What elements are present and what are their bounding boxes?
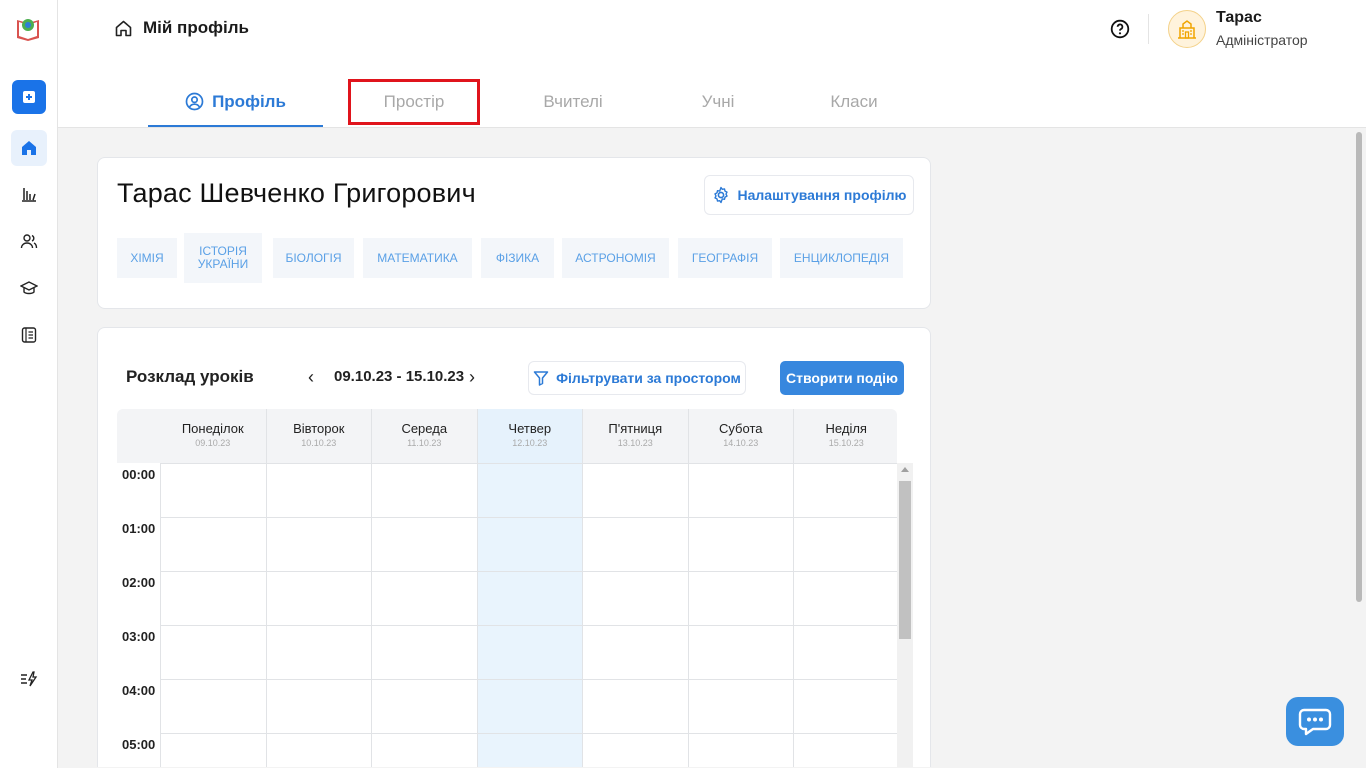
subject-chip[interactable]: АСТРОНОМІЯ <box>562 238 669 278</box>
sidebar-item-home[interactable] <box>11 130 47 166</box>
sidebar-item-analytics[interactable] <box>11 176 47 212</box>
tab-profile[interactable]: Профіль <box>148 78 323 127</box>
gear-icon <box>713 186 728 204</box>
chat-support-button[interactable] <box>1286 697 1344 746</box>
plus-square-icon <box>23 91 35 103</box>
school-building-icon <box>1178 20 1196 39</box>
subject-chip[interactable]: ХІМІЯ <box>117 238 177 278</box>
profile-card: Тарас Шевченко Григорович Налаштування п… <box>97 157 931 309</box>
filter-icon <box>533 371 549 386</box>
calendar-header: Понеділок 09.10.23 Вівторок 10.10.23 Серед… <box>117 409 897 463</box>
week-date-range: 09.10.23 - 15.10.23 <box>334 368 465 385</box>
schedule-title: Розклад уроків <box>126 367 254 386</box>
sidebar-item-quick-actions[interactable] <box>11 661 47 697</box>
profile-settings-label: Налаштування профілю <box>737 187 907 203</box>
school-logo-icon[interactable] <box>14 14 42 42</box>
chat-bubble-icon <box>1298 708 1332 735</box>
hour-label: 03:00 <box>122 629 156 644</box>
avatar[interactable] <box>1168 10 1206 48</box>
breadcrumb-label: Мій профіль <box>143 18 249 37</box>
day-header: Вівторок 10.10.23 <box>265 409 372 463</box>
page-header: Мій профіль Тарас Адміністратор Профіль … <box>58 0 1366 128</box>
sidebar <box>0 0 58 768</box>
hour-gridline <box>160 517 897 518</box>
hour-label: 04:00 <box>122 683 156 698</box>
subject-chip[interactable]: МАТЕМАТИКА <box>363 238 472 278</box>
day-header: Понеділок 09.10.23 <box>181 421 244 448</box>
tab-space[interactable]: Простір <box>348 79 480 125</box>
day-column-today[interactable] <box>476 463 582 767</box>
subject-chip[interactable]: ГЕОГРАФІЯ <box>678 238 772 278</box>
user-name: Тарас <box>1216 9 1262 26</box>
calendar-scrollbar-thumb[interactable] <box>899 481 911 639</box>
home-outline-icon <box>115 20 132 36</box>
day-column[interactable] <box>793 463 899 767</box>
tab-classes[interactable]: Класи <box>798 78 910 126</box>
profile-settings-button[interactable]: Налаштування профілю <box>704 175 914 215</box>
day-header: Субота 14.10.23 <box>687 409 794 463</box>
create-event-button[interactable]: Створити подію <box>780 361 904 395</box>
home-icon <box>22 141 36 155</box>
hour-gridline <box>160 733 897 734</box>
day-header: Неділя 15.10.23 <box>793 409 899 463</box>
hour-gridline <box>160 571 897 572</box>
graduation-cap-icon <box>20 281 38 295</box>
header-divider <box>1148 14 1149 44</box>
hour-label: 05:00 <box>122 737 156 752</box>
users-icon <box>20 234 38 249</box>
filter-label: Фільтрувати за простором <box>556 370 741 386</box>
next-week-button[interactable]: › <box>462 366 482 388</box>
tab-teachers[interactable]: Вчителі <box>508 78 638 126</box>
sidebar-item-users[interactable] <box>11 223 47 259</box>
hour-gridline <box>160 625 897 626</box>
hour-gridline <box>160 463 897 464</box>
page-scrollbar[interactable] <box>1352 128 1366 768</box>
help-icon[interactable] <box>1110 19 1130 39</box>
subject-chip[interactable]: ФІЗИКА <box>481 238 554 278</box>
day-column[interactable] <box>371 463 477 767</box>
subject-chip[interactable]: ЕНЦИКЛОПЕДІЯ <box>780 238 903 278</box>
day-header: П'ятниця 13.10.23 <box>582 409 688 463</box>
user-circle-icon <box>185 92 204 111</box>
profile-full-name: Тарас Шевченко Григорович <box>117 178 476 208</box>
scroll-up-arrow-icon[interactable] <box>901 467 909 472</box>
subject-chip[interactable]: БІОЛОГІЯ <box>273 238 354 278</box>
day-header-today: Четвер 12.10.23 <box>476 409 582 463</box>
calendar-scrollbar[interactable] <box>897 463 913 767</box>
schedule-card: Розклад уроків ‹ 09.10.23 - 15.10.23 › Ф… <box>97 327 931 767</box>
sidebar-item-education[interactable] <box>11 270 47 306</box>
user-role: Адміністратор <box>1216 32 1308 48</box>
week-calendar: Понеділок 09.10.23 Вівторок 10.10.23 Серед… <box>117 409 913 767</box>
lightning-list-icon <box>21 671 38 687</box>
hour-label: 00:00 <box>122 467 156 482</box>
hour-label: 01:00 <box>122 521 156 536</box>
day-header: Середа 11.10.23 <box>371 409 477 463</box>
hour-label: 02:00 <box>122 575 156 590</box>
sidebar-add-button[interactable] <box>11 79 47 115</box>
sidebar-item-journal[interactable] <box>11 317 47 353</box>
previous-week-button[interactable]: ‹ <box>301 366 321 388</box>
subject-chip[interactable]: ІСТОРІЯ УКРАЇНИ <box>184 233 262 283</box>
hour-gridline <box>160 679 897 680</box>
day-column[interactable] <box>265 463 372 767</box>
tab-students[interactable]: Учні <box>668 78 768 126</box>
day-column[interactable] <box>582 463 688 767</box>
day-column[interactable] <box>160 463 266 767</box>
day-column[interactable] <box>687 463 794 767</box>
notebook-icon <box>21 327 37 343</box>
calendar-grid[interactable]: 00:00 01:00 02:00 03:00 04:00 05:00 <box>117 463 897 767</box>
breadcrumb[interactable]: Мій профіль <box>114 18 249 38</box>
filter-by-space-button[interactable]: Фільтрувати за простором <box>528 361 746 395</box>
bar-chart-icon <box>22 188 36 202</box>
tab-profile-label: Профіль <box>212 91 286 111</box>
page-scrollbar-thumb[interactable] <box>1356 132 1362 602</box>
